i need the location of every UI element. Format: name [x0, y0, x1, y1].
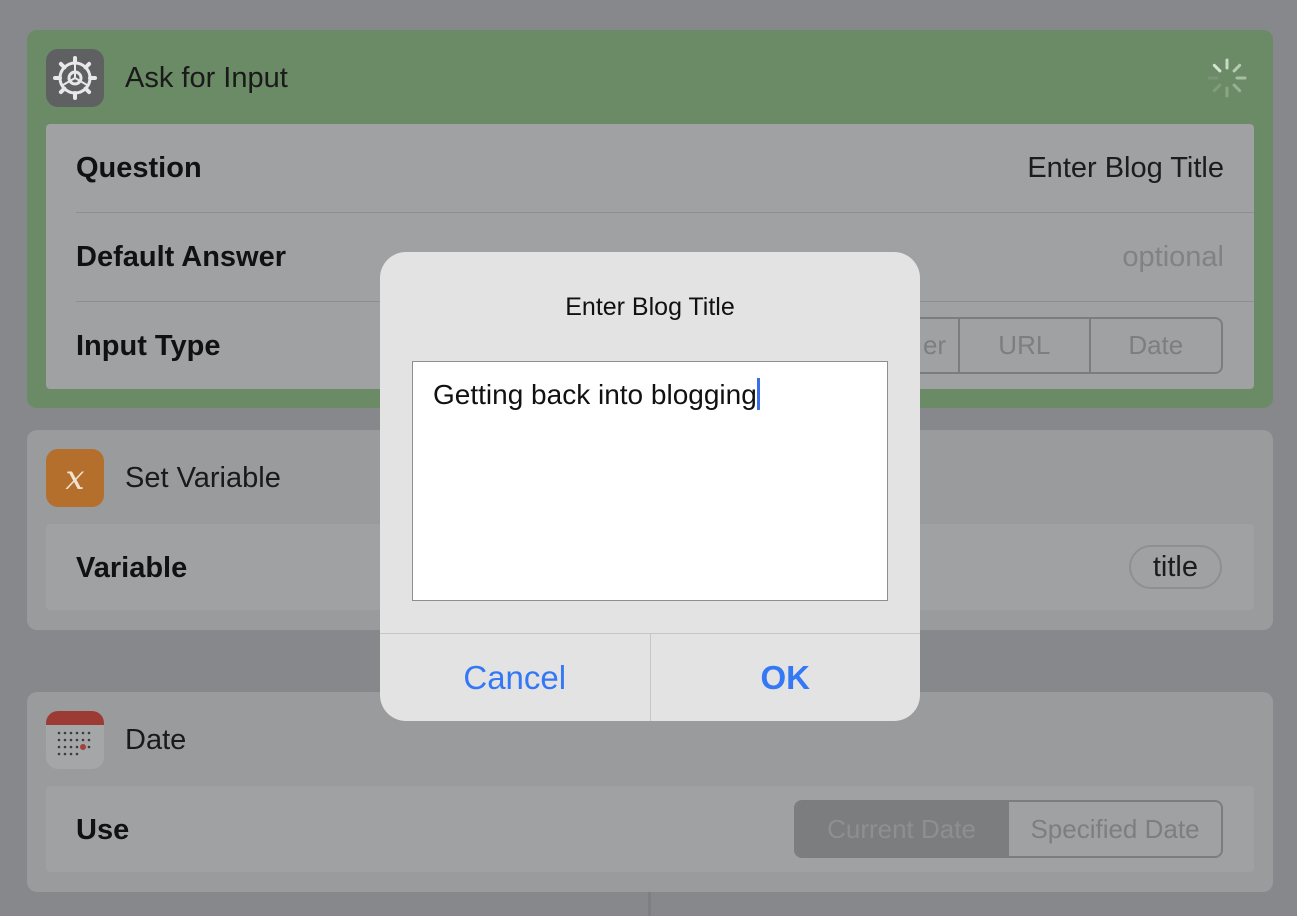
text-area-value: Getting back into blogging — [433, 379, 757, 410]
date-source-segmented-control[interactable]: Current Date Specified Date — [794, 800, 1223, 858]
ok-button[interactable]: OK — [649, 634, 921, 721]
action-title: Date — [125, 723, 187, 756]
input-type-label: Input Type — [76, 329, 221, 362]
action-header: x Set Variable — [46, 449, 281, 507]
cancel-button[interactable]: Cancel — [380, 634, 650, 721]
loading-spinner-icon — [1207, 58, 1247, 98]
default-answer-label: Default Answer — [76, 240, 287, 273]
question-label: Question — [76, 151, 202, 184]
action-title: Ask for Input — [125, 61, 288, 94]
current-date-option[interactable]: Current Date — [796, 802, 1009, 856]
dialog-button-bar: Cancel OK — [380, 633, 920, 721]
input-type-option-date[interactable]: Date — [1091, 319, 1221, 372]
variable-label: Variable — [76, 551, 188, 584]
date-action[interactable]: Date Use Current Date Specified Date — [27, 692, 1273, 892]
input-alert-dialog: Enter Blog Title Getting back into blogg… — [380, 252, 920, 721]
question-row[interactable]: Question Enter Blog Title — [76, 124, 1224, 212]
specified-date-option[interactable]: Specified Date — [1009, 802, 1221, 856]
date-parameters: Use Current Date Specified Date — [46, 786, 1254, 872]
gear-icon — [46, 49, 104, 107]
action-header: Date — [46, 711, 186, 769]
dialog-title: Enter Blog Title — [565, 293, 735, 321]
connector-line — [648, 892, 651, 916]
variable-name-token[interactable]: title — [1128, 545, 1222, 589]
action-header: Ask for Input — [46, 49, 288, 107]
text-cursor — [756, 378, 760, 410]
workflow-editor: Ask for Input Question Enter Blog Title — [0, 0, 1297, 916]
use-label: Use — [76, 813, 130, 846]
blog-title-text-area[interactable]: Getting back into blogging — [412, 361, 888, 601]
input-type-option-url[interactable]: URL — [960, 319, 1091, 372]
variable-x-icon: x — [46, 449, 104, 507]
question-value[interactable]: Enter Blog Title — [1027, 152, 1224, 185]
default-answer-field[interactable]: optional — [1122, 241, 1224, 274]
calendar-icon — [46, 711, 104, 769]
action-title: Set Variable — [125, 461, 281, 494]
